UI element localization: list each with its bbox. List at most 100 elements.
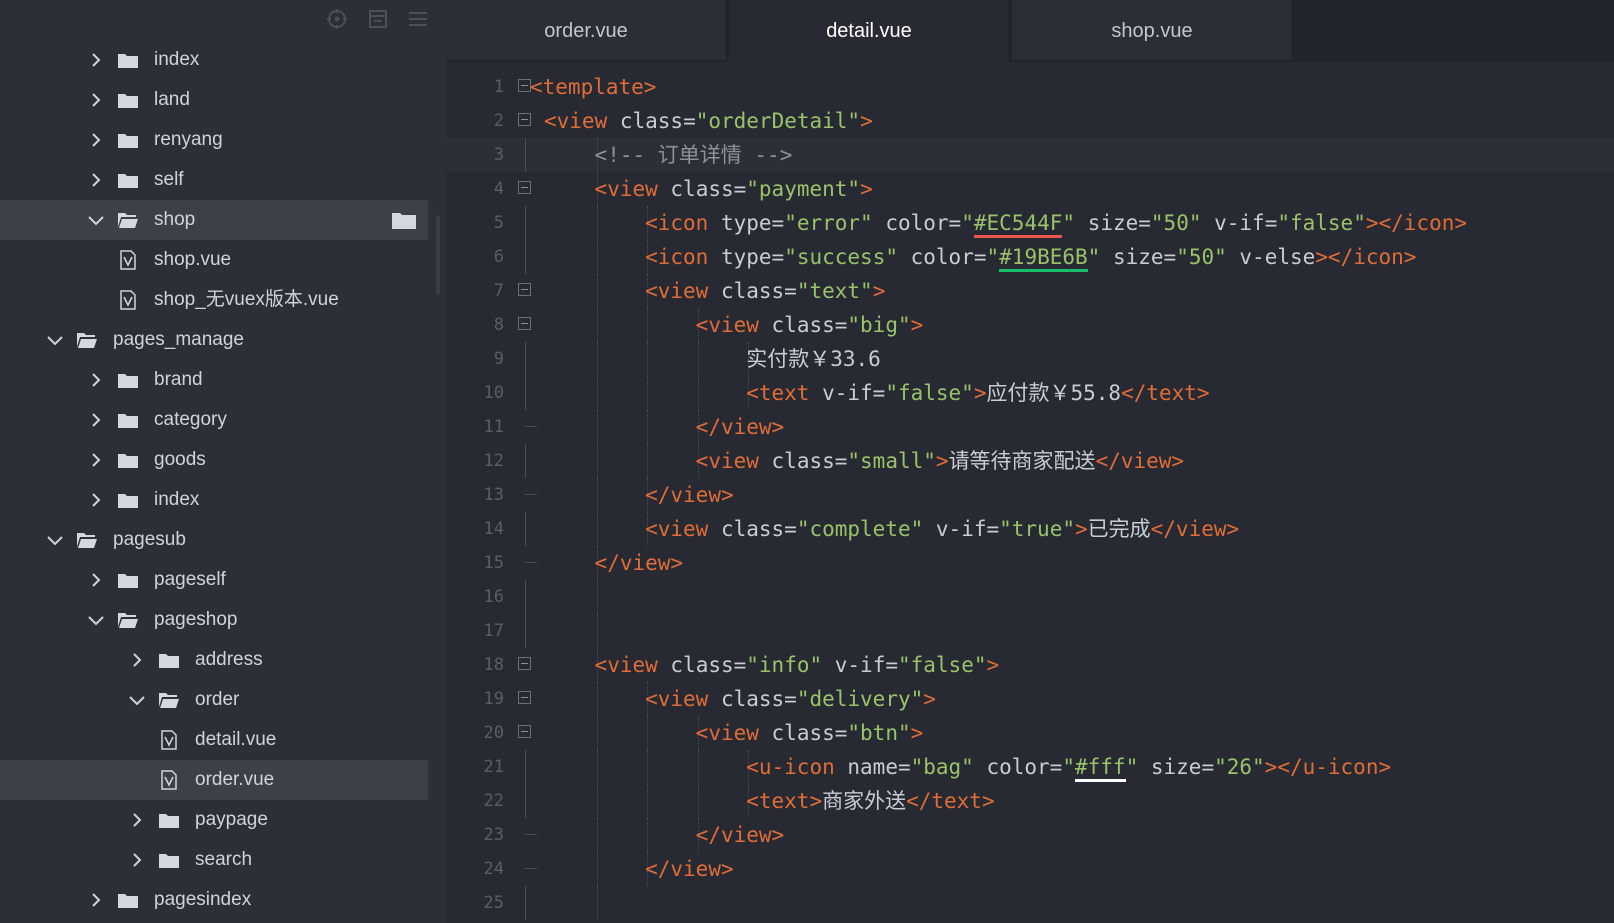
tree-folder[interactable]: pages_manage [0, 320, 428, 360]
tree-folder[interactable]: paypage [0, 800, 428, 840]
fold-toggle-icon[interactable] [518, 657, 531, 670]
tree-folder[interactable]: renyang [0, 120, 428, 160]
chevron-right-icon[interactable] [86, 40, 106, 80]
code-line[interactable]: 8 <view class="big"> [446, 308, 1614, 342]
code-line[interactable]: 7 <view class="text"> [446, 274, 1614, 308]
code-line[interactable]: 5 <icon type="error" color="#EC544F" size… [446, 206, 1614, 240]
tree-folder[interactable]: goods [0, 440, 428, 480]
tree-folder[interactable]: index [0, 480, 428, 520]
code-line[interactable]: 19 <view class="delivery"> [446, 682, 1614, 716]
line-number: 9 [493, 349, 504, 369]
folder-open-icon [76, 520, 98, 560]
code-line[interactable]: 1 <template> [446, 70, 1614, 104]
code-line[interactable]: 15 </view> [446, 546, 1614, 580]
code-line[interactable]: 17 [446, 614, 1614, 648]
chevron-right-icon[interactable] [86, 400, 106, 440]
tree-file[interactable]: shop_无vuex版本.vue [0, 280, 428, 320]
menu-icon[interactable] [407, 8, 429, 30]
line-number: 1 [493, 77, 504, 97]
indent-guide [596, 886, 598, 920]
code-area[interactable]: 1 <template> 2 <view class="orderDetail"> 3 <… [446, 70, 1614, 920]
tab-detail-vue[interactable]: detail.vue [729, 0, 1010, 62]
chevron-right-icon[interactable] [86, 80, 106, 120]
fold-toggle-icon[interactable] [518, 283, 531, 296]
target-icon[interactable] [326, 8, 348, 30]
fold-guide [525, 580, 526, 614]
tab-order-vue[interactable]: order.vue [446, 0, 727, 60]
code-line[interactable]: 9 实付款￥33.6 [446, 342, 1614, 376]
sidebar-scrollbar[interactable] [436, 215, 440, 295]
code-line[interactable]: 10 <text v-if="false">应付款￥55.8</text> [446, 376, 1614, 410]
chevron-right-icon[interactable] [127, 840, 147, 880]
tree-folder[interactable]: category [0, 400, 428, 440]
chevron-down-icon[interactable] [86, 200, 106, 240]
chevron-right-icon[interactable] [86, 880, 106, 920]
line-number: 16 [483, 587, 504, 607]
code-line[interactable]: 25 [446, 886, 1614, 920]
fold-toggle-icon[interactable] [518, 181, 531, 194]
fold-toggle-icon[interactable] [518, 691, 531, 704]
tree-file[interactable]: order.vue [0, 760, 428, 800]
tree-folder[interactable]: land [0, 80, 428, 120]
tree-item-label: brand [154, 369, 203, 390]
tree-folder[interactable]: address [0, 640, 428, 680]
tree-folder[interactable]: pagesindex [0, 880, 428, 920]
chevron-right-icon[interactable] [127, 640, 147, 680]
tree-folder[interactable]: order [0, 680, 428, 720]
line-number: 8 [493, 315, 504, 335]
code-line[interactable]: 16 [446, 580, 1614, 614]
code-line[interactable]: 3 <!-- 订单详情 --> [446, 138, 1614, 172]
fold-toggle-icon[interactable] [518, 725, 531, 738]
open-folder-icon[interactable] [392, 200, 416, 240]
code-token: class= [720, 279, 797, 303]
fold-toggle-icon[interactable] [518, 317, 531, 330]
tree-folder[interactable]: search [0, 840, 428, 880]
chevron-right-icon[interactable] [86, 440, 106, 480]
chevron-down-icon[interactable] [127, 680, 147, 720]
code-line[interactable]: 11 </view> [446, 410, 1614, 444]
indent-guide [596, 784, 598, 818]
code-line[interactable]: 12 <view class="small">请等待商家配送</view> [446, 444, 1614, 478]
code-line[interactable]: 2 <view class="orderDetail"> [446, 104, 1614, 138]
code-token: "success" [784, 245, 898, 269]
code-line[interactable]: 18 <view class="info" v-if="false"> [446, 648, 1614, 682]
code-line[interactable]: 22 <text>商家外送</text> [446, 784, 1614, 818]
code-token: "big" [847, 313, 911, 337]
tree-folder[interactable]: index [0, 40, 428, 80]
chevron-right-icon[interactable] [86, 120, 106, 160]
tree-folder[interactable]: pageself [0, 560, 428, 600]
tree-folder[interactable]: brand [0, 360, 428, 400]
tree-folder[interactable]: shop [0, 200, 428, 240]
code-line[interactable]: 20 <view class="btn"> [446, 716, 1614, 750]
code-line[interactable]: 13 </view> [446, 478, 1614, 512]
line-number: 25 [483, 893, 504, 913]
chevron-right-icon[interactable] [86, 560, 106, 600]
indent-guide [596, 342, 598, 376]
code-line[interactable]: 6 <icon type="success" color="#19BE6B" si… [446, 240, 1614, 274]
code-token: " [1125, 755, 1139, 779]
code-line[interactable]: 21 <u-icon name="bag" color="#fff" size="… [446, 750, 1614, 784]
fold-toggle-icon[interactable] [518, 113, 531, 126]
chevron-right-icon[interactable] [127, 800, 147, 840]
chevron-right-icon[interactable] [86, 360, 106, 400]
chevron-right-icon[interactable] [86, 160, 106, 200]
code-line[interactable]: 23 </view> [446, 818, 1614, 852]
tab-shop-vue[interactable]: shop.vue [1012, 0, 1293, 60]
chevron-down-icon[interactable] [86, 600, 106, 640]
code-line[interactable]: 14 <view class="complete" v-if="true">已完成… [446, 512, 1614, 546]
chevron-right-icon[interactable] [86, 480, 106, 520]
collapse-icon[interactable] [367, 8, 389, 30]
code-line[interactable]: 4 <view class="payment"> [446, 172, 1614, 206]
code-line[interactable]: 24 </view> [446, 852, 1614, 886]
tree-file[interactable]: shop.vue [0, 240, 428, 280]
chevron-down-icon[interactable] [45, 320, 65, 360]
folder-icon [117, 440, 139, 480]
code-token: </view> [645, 483, 734, 507]
indent-guide [697, 376, 699, 410]
tree-file[interactable]: detail.vue [0, 720, 428, 760]
tree-folder[interactable]: pageshop [0, 600, 428, 640]
tree-folder[interactable]: pagesub [0, 520, 428, 560]
chevron-down-icon[interactable] [45, 520, 65, 560]
code-token: " [1062, 211, 1076, 235]
tree-folder[interactable]: self [0, 160, 428, 200]
